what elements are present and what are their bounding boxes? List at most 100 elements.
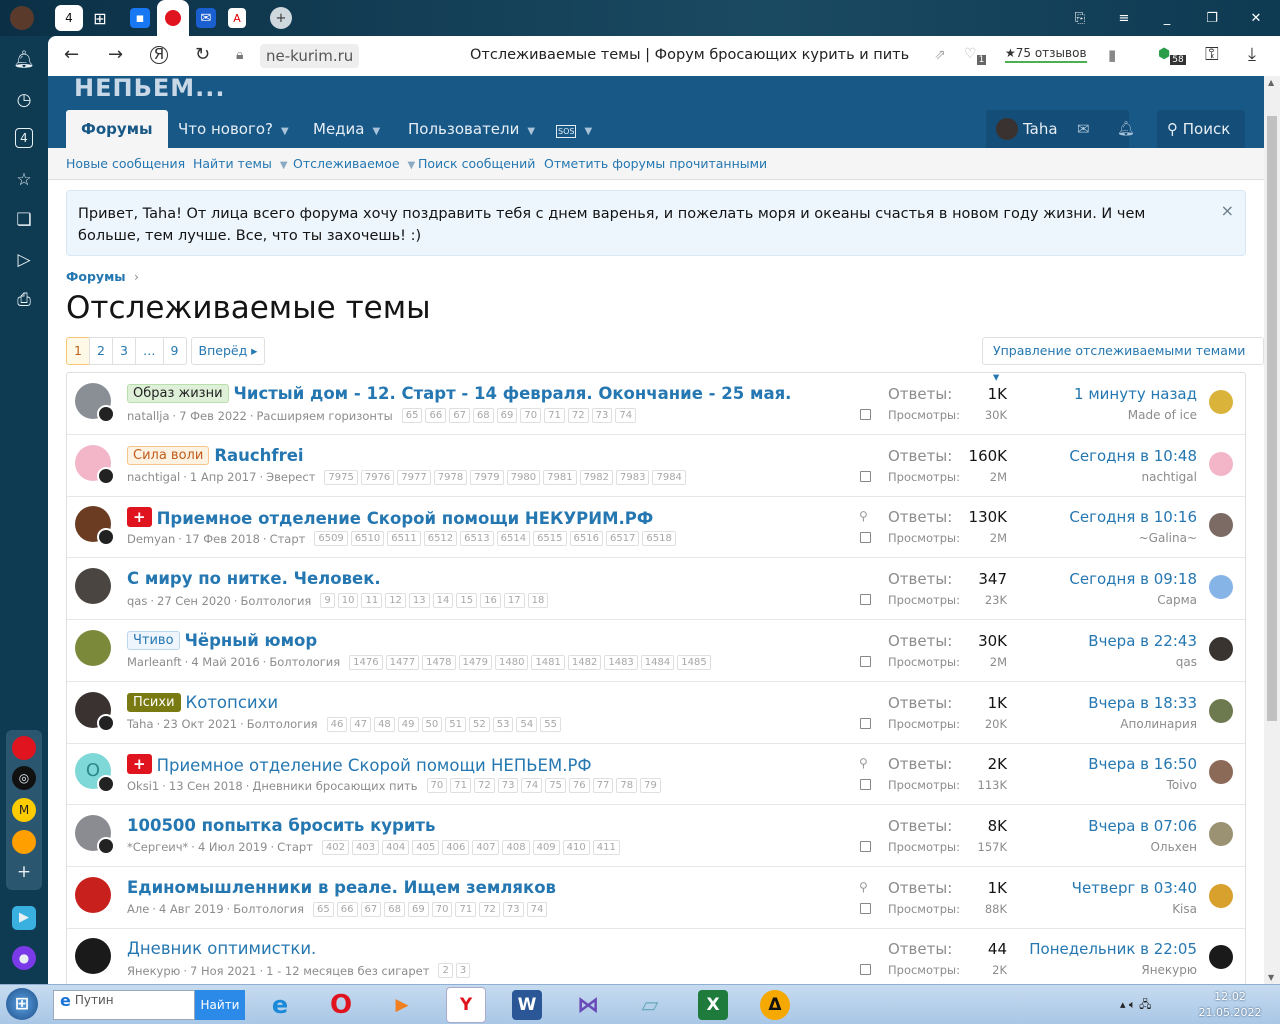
- last-post-user[interactable]: nachtigal: [1141, 470, 1197, 484]
- select-checkbox[interactable]: [860, 409, 871, 420]
- thread-page-link[interactable]: 7981: [543, 469, 577, 485]
- new-tab-button[interactable]: +: [270, 7, 292, 29]
- thread-page-link[interactable]: 11: [361, 593, 383, 609]
- thread-page-link[interactable]: 7982: [579, 469, 614, 485]
- last-poster-avatar[interactable]: [1209, 513, 1233, 538]
- thread-title[interactable]: + Приемное отделение Скорой помощи НЕПЬЕМ…: [127, 754, 592, 775]
- thread-prefix-label[interactable]: Сила воли: [127, 445, 210, 465]
- thread-page-link[interactable]: 2: [438, 963, 453, 979]
- thread-page-link[interactable]: 1477: [385, 654, 420, 670]
- screenshot-icon[interactable]: ⎙: [12, 288, 36, 312]
- thread-title[interactable]: 100500 попытка бросить курить: [127, 816, 435, 835]
- alerts-bell-icon[interactable]: 🔔︎: [1117, 110, 1135, 148]
- scrollbar-thumb[interactable]: [1267, 116, 1277, 721]
- last-post-time[interactable]: 1 минуту назад: [1074, 385, 1197, 403]
- thread-page-link[interactable]: 6510: [350, 531, 385, 547]
- thread-page-link[interactable]: 72: [479, 901, 500, 917]
- last-post-user[interactable]: Аполинария: [1120, 717, 1197, 731]
- last-post-time[interactable]: Четверг в 03:40: [1072, 879, 1197, 897]
- thread-date[interactable]: 17 Фев 2018: [185, 532, 260, 546]
- thread-title-text[interactable]: Rauchfrei: [214, 446, 303, 465]
- passwords-key-icon[interactable]: ⚿: [1205, 44, 1219, 65]
- thread-page-link[interactable]: 406: [442, 839, 470, 855]
- thread-date[interactable]: 23 Окт 2021: [163, 717, 237, 731]
- thread-page-link[interactable]: 13: [408, 593, 430, 609]
- thread-author[interactable]: Янекурю: [127, 964, 180, 978]
- thread-prefix-label[interactable]: +: [127, 507, 152, 528]
- thread-page-link[interactable]: 68: [384, 901, 405, 917]
- forward-arrow-icon[interactable]: →: [108, 44, 123, 65]
- thread-page-link[interactable]: 1481: [531, 654, 565, 670]
- aimp-icon[interactable]: Δ: [760, 990, 790, 1020]
- thread-author[interactable]: Taha: [127, 717, 154, 731]
- last-post-user[interactable]: ~Galina~: [1139, 531, 1197, 545]
- thread-page-link[interactable]: 75: [545, 778, 566, 794]
- thread-title-text[interactable]: С миру по нитке. Человек.: [127, 569, 381, 588]
- subnav-find-threads[interactable]: Найти темы ▼: [193, 156, 288, 171]
- thread-page-link[interactable]: 402: [321, 839, 350, 855]
- thread-page-link[interactable]: 66: [425, 408, 447, 423]
- tray-icons[interactable]: ▴ 🔈︎ 🖧: [1120, 996, 1151, 1015]
- thread-page-link[interactable]: 6517: [605, 531, 640, 547]
- thread-page-link[interactable]: 76: [568, 778, 590, 794]
- thread-page-link[interactable]: 404: [382, 839, 410, 855]
- thread-page-link[interactable]: 1482: [567, 654, 602, 670]
- thread-page-link[interactable]: 46: [326, 716, 348, 732]
- thread-forum[interactable]: Расширяем горизонты: [257, 409, 393, 423]
- subnav-watched[interactable]: Отслеживаемое ▼: [293, 156, 415, 171]
- notepad-icon[interactable]: ▱: [635, 990, 665, 1020]
- downloads-icon[interactable]: ⤓: [1248, 44, 1256, 65]
- thread-page-link[interactable]: 66: [336, 901, 358, 917]
- last-post-user[interactable]: Toivo: [1167, 778, 1197, 792]
- thread-page-link[interactable]: 18: [527, 593, 549, 609]
- new-tab-group-icon[interactable]: ⊞: [88, 6, 112, 30]
- thread-page-link[interactable]: 7979: [470, 469, 504, 485]
- app-icon-send[interactable]: ▶: [12, 906, 36, 930]
- last-poster-avatar[interactable]: [1209, 883, 1233, 908]
- last-post-time[interactable]: Понедельник в 22:05: [1029, 940, 1197, 958]
- app-icon-dark[interactable]: ◎: [12, 766, 36, 790]
- ie-icon[interactable]: e: [265, 990, 295, 1020]
- thread-page-link[interactable]: 55: [540, 716, 561, 732]
- thread-date[interactable]: 13 Сен 2018: [169, 779, 243, 793]
- thread-forum[interactable]: Болтология: [233, 902, 304, 916]
- yandex-icon[interactable]: Я: [150, 46, 168, 64]
- thread-date[interactable]: 4 Июл 2019: [198, 840, 268, 854]
- app-icon-yellow[interactable]: M: [12, 798, 36, 822]
- reviews-link[interactable]: ★75 отзывов: [1005, 46, 1087, 63]
- taskbar-search-button[interactable]: Найти: [195, 990, 245, 1020]
- author-avatar[interactable]: [75, 876, 111, 913]
- thread-title[interactable]: Образ жизни Чистый дом - 12. Старт - 14 ф…: [127, 384, 791, 403]
- page-link[interactable]: 1: [66, 337, 90, 365]
- thread-page-link[interactable]: 7983: [616, 469, 650, 485]
- thread-page-link[interactable]: 16: [480, 593, 501, 609]
- thread-page-link[interactable]: 7977: [397, 469, 431, 485]
- last-post-time[interactable]: Сегодня в 09:18: [1069, 570, 1197, 588]
- last-post-user[interactable]: qas: [1176, 655, 1197, 669]
- select-checkbox[interactable]: [860, 470, 871, 482]
- thread-page-link[interactable]: 71: [544, 408, 565, 423]
- thread-title-text[interactable]: 100500 попытка бросить курить: [127, 816, 435, 835]
- thread-date[interactable]: 27 Сен 2020: [157, 594, 231, 608]
- tab-messenger-icon[interactable]: ▪: [130, 8, 150, 28]
- thread-page-link[interactable]: 74: [521, 778, 543, 794]
- thread-page-link[interactable]: 79: [640, 778, 661, 794]
- thread-page-link[interactable]: 403: [352, 839, 380, 855]
- nav-sos[interactable]: SOS ▼: [556, 110, 592, 148]
- author-avatar[interactable]: [75, 938, 111, 975]
- nav-whats-new[interactable]: Что нового? ▼: [178, 110, 289, 148]
- thread-page-link[interactable]: 410: [562, 839, 590, 855]
- thread-page-link[interactable]: 14: [432, 593, 454, 609]
- last-post-time[interactable]: Вчера в 22:43: [1088, 632, 1197, 650]
- thread-title-text[interactable]: Котопсихи: [186, 693, 279, 712]
- visual-studio-icon[interactable]: ⋈: [573, 990, 603, 1020]
- back-arrow-icon[interactable]: ←: [64, 44, 79, 65]
- lock-icon[interactable]: 🔒︎: [236, 47, 243, 63]
- thread-page-link[interactable]: 6515: [533, 531, 567, 547]
- thread-forum[interactable]: Болтология: [241, 594, 312, 608]
- breadcrumb-forums[interactable]: Форумы: [66, 269, 126, 284]
- thread-page-link[interactable]: 47: [350, 716, 372, 732]
- page-link[interactable]: 3: [112, 337, 136, 365]
- thread-forum[interactable]: Болтология: [269, 655, 340, 669]
- search-button[interactable]: ⚲ Поиск: [1157, 110, 1245, 148]
